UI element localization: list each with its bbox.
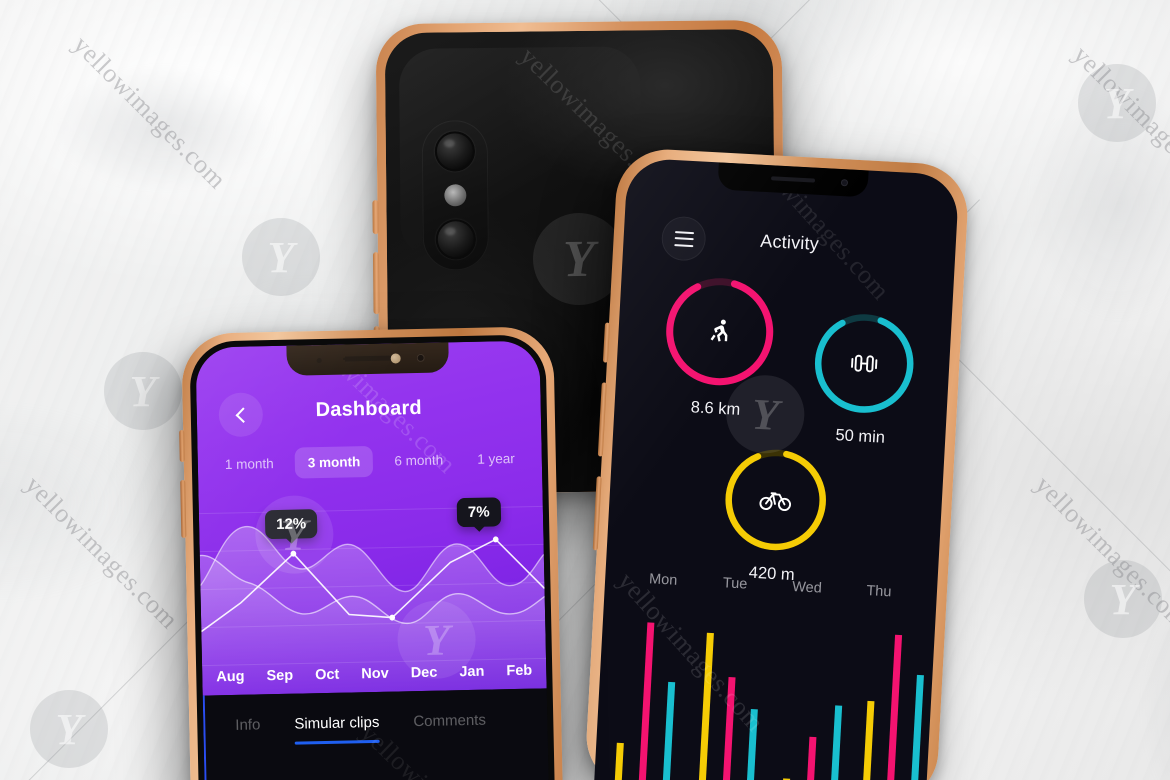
activity-screen: Activity 8.6 km 50 min 420 m Mon Tue Wed… (593, 157, 960, 780)
day-label-thu: Thu (865, 583, 892, 601)
activity-phone: Activity 8.6 km 50 min 420 m Mon Tue Wed… (583, 146, 971, 780)
ring-cycling[interactable]: 420 m (715, 441, 834, 587)
ring-workout[interactable]: 50 min (805, 306, 922, 450)
watermark-logo: Y (1084, 560, 1162, 638)
month-label-oct: Oct (314, 666, 340, 684)
watermark-logo: Y (242, 218, 320, 296)
bar-chart-bars (594, 613, 935, 780)
dashboard-app: Dashboard 1 month 3 month 6 month 1 year (195, 340, 547, 696)
watermark-logo: Y (104, 352, 182, 430)
dashboard-screen: Dashboard 1 month 3 month 6 month 1 year (195, 340, 549, 780)
mute-switch[interactable] (372, 200, 379, 235)
tab-info[interactable]: Info (235, 716, 261, 746)
month-label-sep: Sep (266, 667, 294, 685)
watermark-logo: Y (30, 690, 108, 768)
month-label-aug: Aug (216, 668, 245, 686)
activity-header: Activity (623, 213, 957, 275)
camera-lens-icon (434, 131, 476, 172)
period-selector: 1 month 3 month 6 month 1 year (212, 443, 529, 481)
camera-lens-icon (435, 219, 477, 260)
dashboard-bottom-panel: Info Simular clips Comments yellowimages… (202, 688, 549, 780)
segment-1-year[interactable]: 1 year (464, 443, 528, 475)
month-label-nov: Nov (361, 665, 389, 683)
notch (286, 342, 449, 376)
camera-flash-icon (444, 184, 467, 207)
front-camera-icon (416, 353, 425, 363)
earpiece-speaker (343, 355, 392, 362)
segment-1-month[interactable]: 1 month (212, 448, 287, 481)
proximity-sensor-icon (316, 358, 322, 364)
front-camera-icon (840, 179, 849, 187)
tab-comments[interactable]: Comments (413, 712, 486, 743)
volume-up-button[interactable] (372, 252, 380, 315)
tooltip-7-percent: 7% (456, 497, 501, 528)
earpiece-speaker (770, 176, 816, 183)
dashboard-area-chart: 12% 7% Aug Sep Oct Nov Dec Jan Feb (198, 492, 547, 696)
phone-bezel: Dashboard 1 month 3 month 6 month 1 year (189, 334, 555, 780)
screenshot-stage: yellowimages.com yellowimages.com yellow… (0, 0, 1170, 780)
watermark-logo: Y (1078, 64, 1156, 142)
dot-projector-icon (390, 353, 401, 364)
camera-module (421, 119, 490, 271)
mute-switch[interactable] (179, 429, 185, 463)
dashboard-phone: Dashboard 1 month 3 month 6 month 1 year (179, 326, 563, 780)
segment-3-month[interactable]: 3 month (294, 445, 374, 479)
activity-app: Activity 8.6 km 50 min 420 m Mon Tue Wed… (594, 157, 960, 780)
day-label-wed: Wed (791, 578, 823, 597)
day-label-tue: Tue (722, 575, 748, 593)
month-label-feb: Feb (506, 662, 533, 680)
